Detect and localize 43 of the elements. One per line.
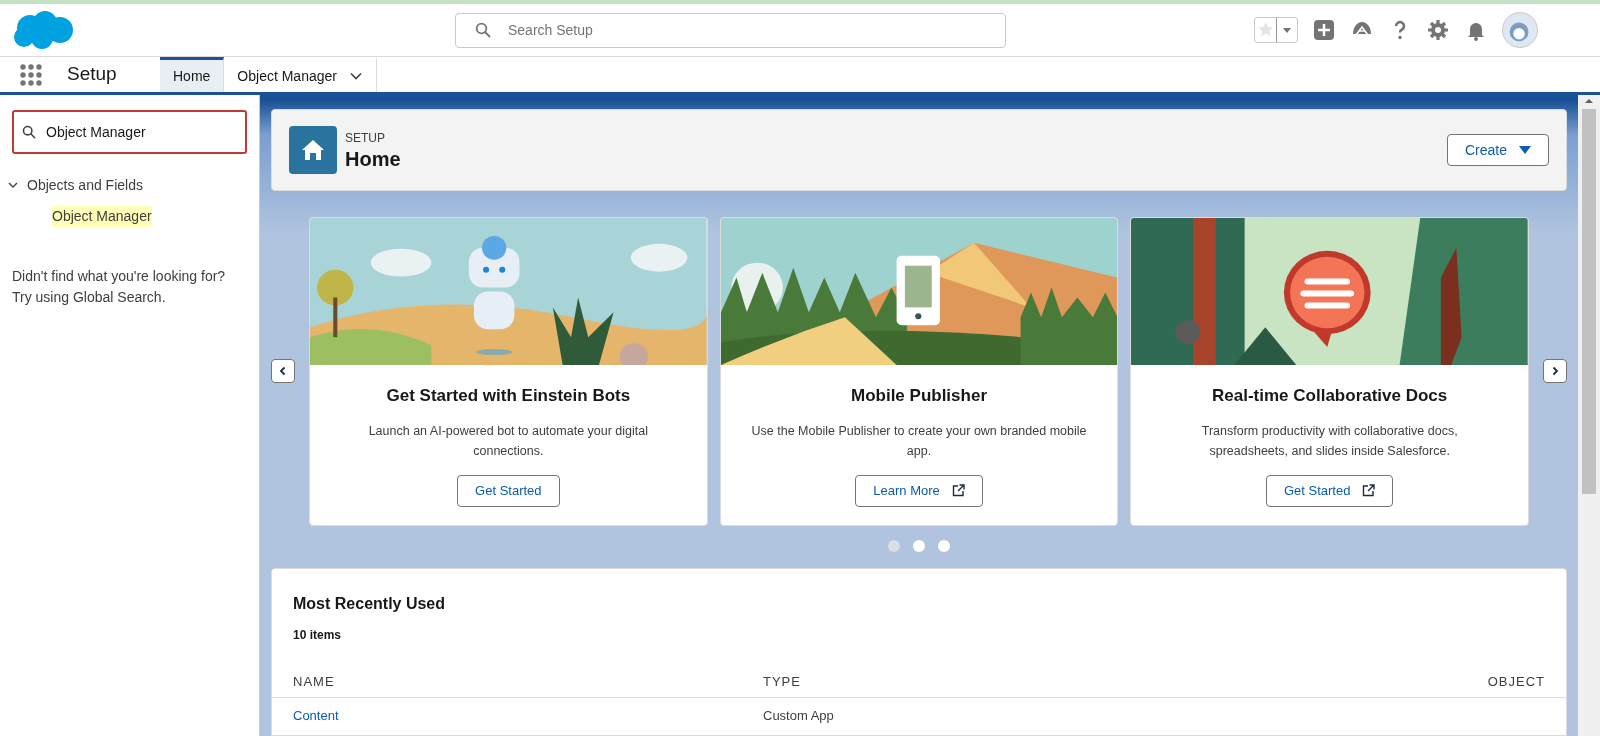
user-avatar[interactable] <box>1502 12 1538 48</box>
column-header: TYPE <box>763 672 802 691</box>
tree-item[interactable]: Object Manager <box>52 205 152 227</box>
column-header: NAME <box>293 672 336 691</box>
caret-icon <box>1283 27 1292 33</box>
nav-tab[interactable]: Home <box>160 57 225 92</box>
card-button[interactable]: Get Started <box>1265 474 1394 507</box>
cloud-logo-icon[interactable] <box>12 10 74 50</box>
card-button[interactable]: Learn More <box>855 474 983 507</box>
add-icon[interactable] <box>1312 18 1336 42</box>
item-count: 10 items <box>292 626 343 644</box>
tree-section[interactable]: Objects and Fields <box>27 174 143 196</box>
app-launcher-icon[interactable] <box>20 63 42 86</box>
card-title: Get Started with Einstein Bots <box>386 385 631 407</box>
page-eyebrow: SETUP <box>345 130 386 147</box>
favorites-button[interactable] <box>1254 17 1298 43</box>
card-button[interactable]: Get Started <box>457 474 560 507</box>
search-icon <box>22 125 36 139</box>
hint-text: Try using Global Search. <box>12 288 167 307</box>
settings-icon[interactable] <box>1426 18 1450 42</box>
card-description: Transform productivity with collaborative docs, spreadsheets, and slides inside Salesforce. <box>1200 422 1459 460</box>
next-button[interactable] <box>1543 359 1567 384</box>
card-description: Use the Mobile Publisher to create your own branded mobile app. <box>750 422 1088 460</box>
search-field[interactable]: Search Setup <box>455 12 1006 48</box>
quick-find-field[interactable]: Object Manager <box>12 110 247 154</box>
record-link[interactable]: Content <box>293 705 763 725</box>
card-description: Launch an AI-powered bot to automate your digital connections. <box>367 422 649 460</box>
section-title: Most Recently Used <box>292 593 447 614</box>
home-icon <box>289 126 337 174</box>
chevron-right-icon <box>1550 366 1560 377</box>
app-name: Setup <box>67 62 118 87</box>
create-button[interactable]: Create <box>1446 134 1549 166</box>
chevron-left-icon <box>278 366 288 377</box>
hint-text: Didn't find what you're looking for? <box>12 267 227 286</box>
scrollbar[interactable] <box>1578 95 1600 736</box>
card-title: Real-time Collaborative Docs <box>1212 385 1448 407</box>
search-icon <box>475 21 491 38</box>
previous-button[interactable] <box>271 359 295 384</box>
column-header: OBJECT <box>1486 672 1545 691</box>
page-title: Home <box>345 147 401 171</box>
table-cell-text: Custom App <box>763 706 835 725</box>
caret-icon <box>1519 146 1531 154</box>
card-title: Mobile Publisher <box>851 385 987 407</box>
